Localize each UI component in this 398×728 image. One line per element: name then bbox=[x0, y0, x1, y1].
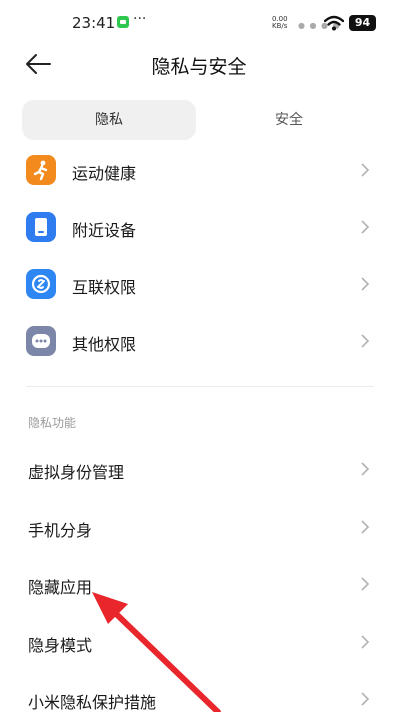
chevron-right-icon bbox=[361, 520, 370, 534]
list-item-label: 互联权限 bbox=[72, 278, 137, 297]
list-item-incognito-mode[interactable]: 隐身模式 bbox=[0, 615, 398, 671]
list-item-hidden-apps[interactable]: 隐藏应用 bbox=[0, 557, 398, 613]
more-icon bbox=[26, 326, 56, 356]
wifi-icon bbox=[324, 15, 344, 31]
chevron-right-icon bbox=[361, 277, 370, 291]
list-item-nearby-devices[interactable]: 附近设备 bbox=[0, 200, 398, 256]
link-icon bbox=[26, 269, 56, 299]
list-item-xiaomi-privacy-measures[interactable]: 小米隐私保护措施 bbox=[0, 672, 398, 728]
chevron-right-icon bbox=[361, 635, 370, 649]
list-item-label: 隐身模式 bbox=[28, 636, 93, 655]
list-item-second-space[interactable]: 手机分身 bbox=[0, 500, 398, 556]
chevron-right-icon bbox=[361, 163, 370, 177]
tab-privacy[interactable]: 隐私 bbox=[22, 100, 196, 140]
wechat-notification-icon bbox=[117, 16, 129, 28]
network-speed: 0.00 KB/s bbox=[272, 16, 288, 30]
list-item-label: 手机分身 bbox=[28, 521, 93, 540]
tab-security[interactable]: 安全 bbox=[202, 100, 376, 140]
status-time: 23:41 bbox=[72, 14, 116, 32]
more-notifications-icon: ··· bbox=[133, 11, 147, 27]
network-speed-unit: KB/s bbox=[272, 22, 288, 30]
tab-bar: 隐私 安全 bbox=[22, 100, 376, 140]
list-item-other-permissions[interactable]: 其他权限 bbox=[0, 314, 398, 370]
list-item-label: 小米隐私保护措施 bbox=[28, 693, 157, 712]
chevron-right-icon bbox=[361, 577, 370, 591]
divider bbox=[26, 386, 374, 387]
list-item-fitness[interactable]: 运动健康 bbox=[0, 143, 398, 199]
status-bar: 23:41 ··· 0.00 KB/s ● ● ● ● 94 bbox=[0, 0, 398, 46]
list-item-connectivity-permissions[interactable]: 互联权限 bbox=[0, 257, 398, 313]
list-item-label: 附近设备 bbox=[72, 221, 137, 240]
chevron-right-icon bbox=[361, 692, 370, 706]
list-item-label: 运动健康 bbox=[72, 164, 137, 183]
list-item-label: 虚拟身份管理 bbox=[28, 463, 125, 482]
list-item-virtual-identity[interactable]: 虚拟身份管理 bbox=[0, 442, 398, 498]
chevron-right-icon bbox=[361, 334, 370, 348]
section-title: 隐私功能 bbox=[28, 416, 77, 430]
page-title: 隐私与安全 bbox=[151, 56, 247, 78]
running-person-icon bbox=[26, 155, 56, 185]
header: 隐私与安全 bbox=[0, 46, 398, 82]
list-item-label: 隐藏应用 bbox=[28, 578, 93, 597]
device-icon bbox=[26, 212, 56, 242]
chevron-right-icon bbox=[361, 462, 370, 476]
chevron-right-icon bbox=[361, 220, 370, 234]
battery-indicator: 94 bbox=[349, 15, 376, 31]
list-item-label: 其他权限 bbox=[72, 335, 137, 354]
